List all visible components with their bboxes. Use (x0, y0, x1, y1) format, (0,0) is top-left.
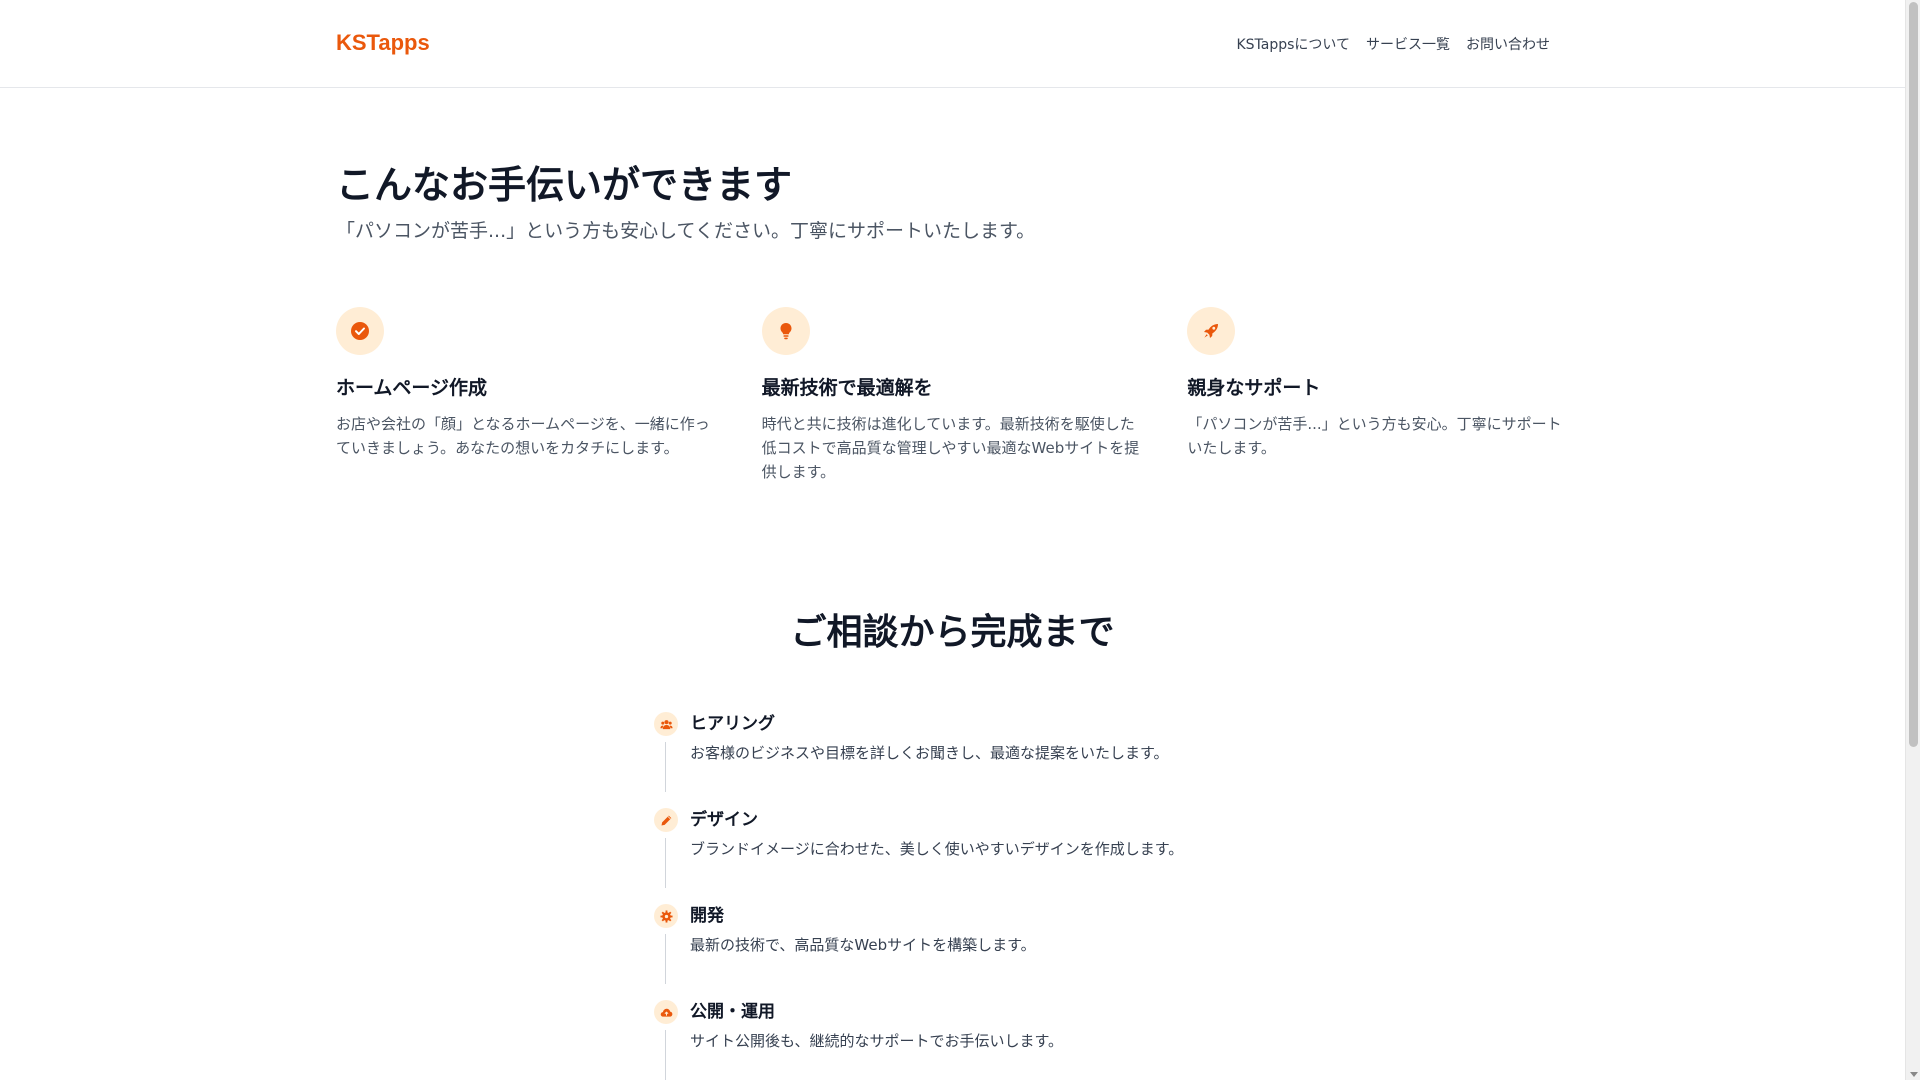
nav-link-contact[interactable]: お問い合わせ (1466, 34, 1550, 54)
pencil-icon (654, 808, 678, 832)
process-step-development: 開発 最新の技術で、高品質なWebサイトを構築します。 (654, 904, 1354, 1000)
service-card-tech: 最新技術で最適解を 時代と共に技術は進化しています。最新技術を駆使した低コストで… (761, 307, 1141, 484)
timeline-connector (665, 1030, 666, 1080)
timeline-connector (665, 934, 666, 984)
site-header: KSTapps KSTappsについて サービス一覧 お問い合わせ (0, 0, 1905, 88)
service-card-text: お店や会社の「顔」となるホームページを、一緒に作っていきましょう。あなたの想いを… (336, 415, 710, 457)
nav-link-about[interactable]: KSTappsについて (1236, 34, 1350, 54)
cloud-upload-icon (654, 1000, 678, 1024)
service-card-text: 時代と共に技術は進化しています。最新技術を駆使した低コストで高品質な管理しやすい… (761, 415, 1140, 481)
rocket-icon (1187, 307, 1236, 355)
scrollbar-thumb[interactable] (1909, 2, 1918, 747)
users-icon (654, 712, 678, 736)
process-step-design: デザイン ブランドイメージに合わせた、美しく使いやすいデザインを作成します。 (654, 808, 1354, 904)
service-card-text: 「パソコンが苦手...」という方も安心。丁寧にサポートいたします。 (1187, 415, 1562, 457)
process-timeline: ヒアリング お客様のビジネスや目標を詳しくお聞きし、最適な提案をいたします。 デ… (654, 712, 1354, 1080)
main-nav: KSTappsについて サービス一覧 お問い合わせ (1236, 34, 1550, 54)
process-step-title: 開発 (690, 906, 724, 926)
process-step-title: デザイン (690, 810, 758, 830)
process-step-hearing: ヒアリング お客様のビジネスや目標を詳しくお聞きし、最適な提案をいたします。 (654, 712, 1354, 808)
service-card-homepage: ホームページ作成 お店や会社の「顔」となるホームページを、一緒に作っていきましょ… (336, 307, 715, 484)
process-step-text: サイト公開後も、継続的なサポートでお手伝いします。 (690, 1032, 1064, 1050)
process-step-text: ブランドイメージに合わせた、美しく使いやすいデザインを作成します。 (690, 840, 1184, 858)
service-card-title: 最新技術で最適解を (761, 377, 933, 399)
brand-logo-link[interactable]: KSTapps (336, 30, 430, 56)
services-subheading: 「パソコンが苦手...」という方も安心してください。丁寧にサポートいたします。 (336, 220, 1036, 242)
process-step-text: 最新の技術で、高品質なWebサイトを構築します。 (690, 936, 1036, 954)
page-scrollbar[interactable] (1905, 0, 1920, 1080)
services-heading: こんなお手伝いができます (336, 163, 793, 207)
process-step-title: ヒアリング (690, 714, 775, 734)
process-step-launch: 公開・運用 サイト公開後も、継続的なサポートでお手伝いします。 (654, 1000, 1354, 1080)
service-card-title: ホームページ作成 (336, 377, 488, 399)
gear-icon (654, 904, 678, 928)
check-circle-icon (336, 307, 384, 355)
service-card-support: 親身なサポート 「パソコンが苦手...」という方も安心。丁寧にサポートいたします… (1187, 307, 1566, 484)
timeline-connector (665, 838, 666, 888)
process-step-title: 公開・運用 (690, 1002, 775, 1022)
lightbulb-icon (761, 307, 810, 355)
scroll-down-arrow-icon[interactable] (1910, 1072, 1918, 1077)
process-heading: ご相談から完成まで (790, 612, 1115, 653)
nav-link-services[interactable]: サービス一覧 (1366, 34, 1450, 54)
process-step-text: お客様のビジネスや目標を詳しくお聞きし、最適な提案をいたします。 (690, 744, 1169, 762)
timeline-connector (665, 742, 666, 792)
service-card-title: 親身なサポート (1187, 377, 1321, 399)
service-cards: ホームページ作成 お店や会社の「顔」となるホームページを、一緒に作っていきましょ… (336, 307, 1566, 484)
